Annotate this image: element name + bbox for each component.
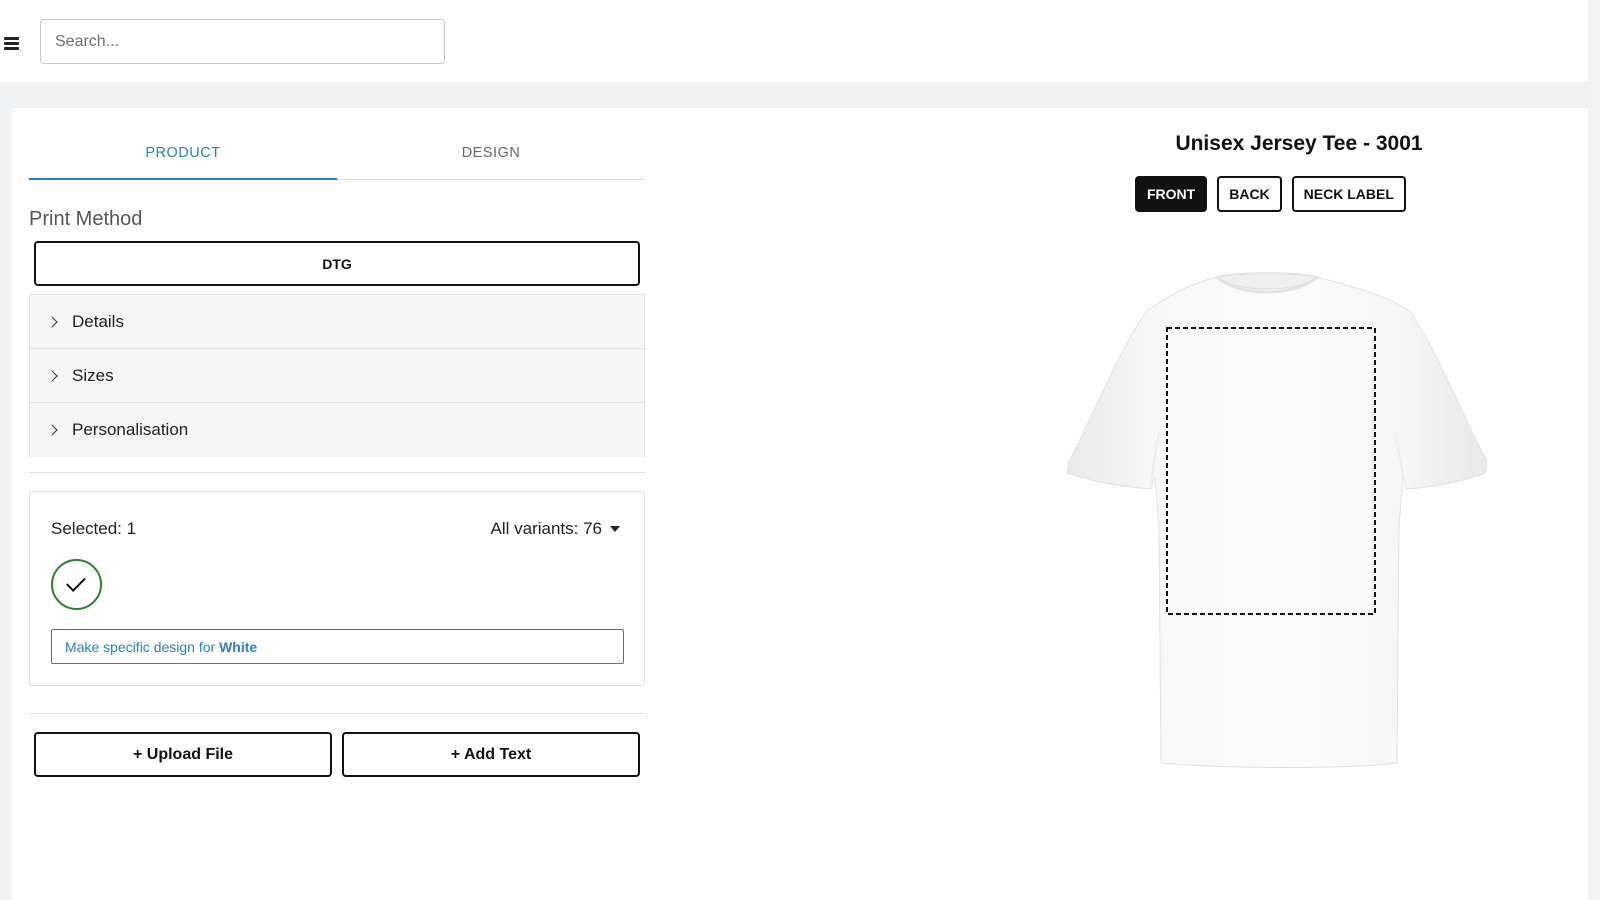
tab-product[interactable]: PRODUCT — [29, 136, 337, 180]
editor-card: PRODUCT DESIGN Print Method DTG Details … — [12, 108, 1600, 900]
chevron-right-icon — [46, 424, 58, 436]
upload-file-button[interactable]: + Upload File — [34, 732, 332, 777]
view-back-button[interactable]: BACK — [1217, 176, 1282, 212]
add-text-button[interactable]: + Add Text — [342, 732, 640, 777]
make-specific-design-button[interactable]: Make specific design for White — [51, 629, 624, 664]
variant-panel: Selected: 1 All variants: 76 Make specif… — [29, 491, 645, 686]
tshirt-body — [1066, 272, 1487, 768]
accordion-details[interactable]: Details — [30, 295, 644, 349]
hamburger-menu-icon[interactable] — [4, 37, 20, 51]
divider — [29, 713, 645, 714]
accordion-details-label: Details — [72, 311, 124, 331]
accordion-personalisation-label: Personalisation — [72, 420, 189, 439]
view-front-button[interactable]: FRONT — [1135, 176, 1208, 212]
view-neck-label-button[interactable]: NECK LABEL — [1291, 176, 1406, 212]
chevron-right-icon — [46, 315, 58, 328]
top-bar — [0, 0, 1600, 82]
accordion-sizes-label: Sizes — [72, 365, 114, 385]
print-method-dtg-button[interactable]: DTG — [34, 241, 640, 286]
view-switcher: FRONT BACK NECK LABEL — [1135, 176, 1406, 212]
selected-count: Selected: 1 — [51, 519, 137, 538]
accordion-sizes[interactable]: Sizes — [30, 349, 644, 403]
product-title: Unisex Jersey Tee - 3001 — [1175, 132, 1423, 155]
tab-bar: PRODUCT DESIGN — [29, 136, 645, 180]
print-method-label: Print Method — [29, 208, 143, 230]
page-scroll-edge — [1588, 0, 1600, 900]
specific-design-prefix: Make specific design for — [65, 638, 216, 655]
check-icon — [66, 572, 86, 592]
all-variants-label: All variants: 76 — [490, 519, 603, 538]
product-accordion: Details Sizes Personalisation — [29, 294, 645, 457]
tab-design[interactable]: DESIGN — [337, 136, 645, 179]
caret-down-icon — [610, 526, 620, 532]
chevron-right-icon — [46, 369, 58, 382]
accordion-personalisation[interactable]: Personalisation — [30, 403, 644, 457]
divider — [29, 472, 645, 473]
search-input[interactable] — [40, 19, 445, 64]
specific-design-color: White — [219, 638, 258, 655]
color-swatch-white[interactable] — [51, 559, 102, 610]
tshirt-mockup — [1066, 272, 1487, 768]
all-variants-dropdown[interactable]: All variants: 76 — [490, 519, 620, 539]
